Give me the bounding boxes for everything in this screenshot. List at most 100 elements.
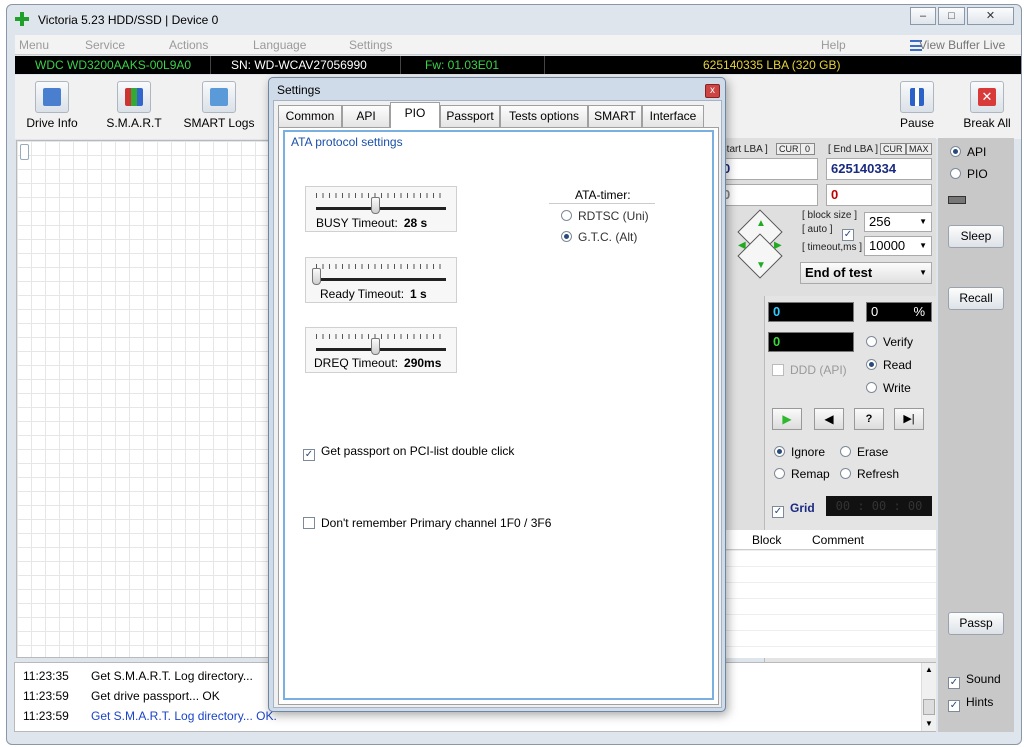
window-title: Victoria 5.23 HDD/SSD | Device 0: [38, 13, 219, 27]
col-block[interactable]: Block: [752, 533, 781, 547]
busy-timeout-slider[interactable]: BUSY Timeout: 28 s: [305, 186, 457, 232]
menu-help[interactable]: Help: [821, 38, 846, 52]
smart-button[interactable]: S.M.A.R.T: [99, 81, 169, 130]
refresh-option[interactable]: Refresh: [840, 467, 899, 481]
tab-smart[interactable]: SMART: [588, 105, 642, 127]
rewind-button[interactable]: ◀: [814, 408, 844, 430]
dialog-close-button[interactable]: x: [705, 84, 720, 98]
minimize-button[interactable]: –: [910, 7, 936, 25]
dreq-timeout-slider[interactable]: DREQ Timeout: 290ms: [305, 327, 457, 373]
ready-timeout-slider[interactable]: Ready Timeout: 1 s: [305, 257, 457, 303]
col-comment[interactable]: Comment: [812, 533, 864, 547]
block-size-select[interactable]: 256 ▼: [864, 212, 932, 232]
gtc-radio[interactable]: [561, 231, 572, 242]
api-radio[interactable]: [950, 146, 961, 157]
gtc-option[interactable]: G.T.C. (Alt): [561, 230, 637, 244]
read-option[interactable]: Read: [866, 358, 912, 372]
close-button[interactable]: ✕: [967, 7, 1014, 25]
menu-menu[interactable]: Menu: [19, 38, 49, 52]
tab-pio[interactable]: PIO: [390, 102, 440, 128]
skip-button[interactable]: ?: [854, 408, 884, 430]
block-size-value: 256: [869, 214, 891, 229]
zero-button[interactable]: 0: [800, 143, 816, 155]
scroll-thumb[interactable]: [923, 699, 935, 715]
scroll-down-icon[interactable]: ▼: [925, 719, 933, 728]
hints-checkbox[interactable]: ✓: [948, 700, 960, 712]
auto-label: [ auto ]: [802, 224, 833, 235]
tab-tests-options[interactable]: Tests options: [500, 105, 588, 127]
cur-start-button[interactable]: CUR: [776, 143, 802, 155]
timeout-select[interactable]: 10000 ▼: [864, 236, 932, 256]
remap-radio[interactable]: [774, 468, 785, 479]
slider-thumb[interactable]: [370, 338, 380, 355]
sleep-button[interactable]: Sleep: [948, 225, 1004, 248]
read-radio[interactable]: [866, 359, 877, 370]
verify-radio[interactable]: [866, 336, 877, 347]
direction-pad[interactable]: ▲ ◀ ▶ ▼: [730, 209, 790, 279]
menu-service[interactable]: Service: [85, 38, 125, 52]
scroll-up-icon[interactable]: ▲: [925, 665, 933, 674]
break-all-button[interactable]: ✕ Break All: [955, 81, 1019, 130]
ignore-radio[interactable]: [774, 446, 785, 457]
log-scrollbar[interactable]: ▲ ▼: [921, 663, 936, 731]
ddd-api-checkbox[interactable]: [772, 364, 784, 376]
sound-checkbox[interactable]: ✓: [948, 677, 960, 689]
rdtsc-option[interactable]: RDTSC (Uni): [561, 209, 649, 223]
primary-channel-option[interactable]: Don't remember Primary channel 1F0 / 3F6: [303, 516, 551, 530]
erase-radio[interactable]: [840, 446, 851, 457]
write-radio[interactable]: [866, 382, 877, 393]
pio-label: PIO: [967, 167, 988, 181]
auto-checkbox[interactable]: ✓: [842, 229, 854, 241]
api-option[interactable]: API: [950, 145, 986, 159]
drive-info-button[interactable]: Drive Info: [17, 81, 87, 130]
smart-logs-button[interactable]: SMART Logs: [179, 81, 259, 130]
start-lba-field[interactable]: 0: [718, 158, 818, 180]
ddd-api-label: DDD (API): [790, 363, 847, 377]
settings-dialog: Settings x Common API PIO Passport Tests…: [268, 77, 726, 712]
tab-common[interactable]: Common: [278, 105, 342, 127]
pause-button[interactable]: Pause: [887, 81, 947, 130]
erase-option[interactable]: Erase: [840, 445, 888, 459]
pio-option[interactable]: PIO: [950, 167, 988, 181]
write-option[interactable]: Write: [866, 381, 911, 395]
passport-pci-option[interactable]: ✓ Get passport on PCI-list double click: [303, 444, 514, 461]
slider-thumb[interactable]: [312, 268, 321, 285]
end-lba-field[interactable]: 625140334: [826, 158, 932, 180]
log-time: 11:23:59: [23, 709, 69, 723]
ignore-option[interactable]: Ignore: [774, 445, 825, 459]
grid-checkbox[interactable]: ✓: [772, 506, 784, 518]
menu-settings[interactable]: Settings: [349, 38, 392, 52]
end-of-test-select[interactable]: End of test ▼: [800, 262, 932, 284]
maximize-button[interactable]: □: [938, 7, 965, 25]
grid-option[interactable]: ✓ Grid: [772, 501, 815, 518]
tab-passport[interactable]: Passport: [440, 105, 500, 127]
rdtsc-radio[interactable]: [561, 210, 572, 221]
passport-pci-checkbox[interactable]: ✓: [303, 449, 315, 461]
folder-icon: [202, 81, 236, 113]
slider-thumb[interactable]: [370, 197, 380, 214]
gtc-label: G.T.C. (Alt): [578, 230, 638, 244]
ddd-api-option[interactable]: DDD (API): [772, 363, 847, 377]
verify-option[interactable]: Verify: [866, 335, 913, 349]
menu-actions[interactable]: Actions: [169, 38, 208, 52]
menu-language[interactable]: Language: [253, 38, 306, 52]
play-button[interactable]: ▶: [772, 408, 802, 430]
drive-info-label: Drive Info: [26, 116, 78, 130]
hints-option[interactable]: ✓ Hints: [948, 695, 993, 712]
cur-end-button[interactable]: CUR: [880, 143, 906, 155]
pio-radio[interactable]: [950, 168, 961, 179]
title-bar[interactable]: Victoria 5.23 HDD/SSD | Device 0 – □ ✕: [7, 5, 1021, 35]
remap-option[interactable]: Remap: [774, 467, 830, 481]
refresh-radio[interactable]: [840, 468, 851, 479]
drive-model: WDC WD3200AAKS-00L9A0: [15, 56, 211, 74]
end-button[interactable]: ▶|: [894, 408, 924, 430]
sound-option[interactable]: ✓ Sound: [948, 672, 1001, 689]
primary-channel-checkbox[interactable]: [303, 517, 315, 529]
max-button[interactable]: MAX: [906, 143, 932, 155]
recall-button[interactable]: Recall: [948, 287, 1004, 310]
passp-button[interactable]: Passp: [948, 612, 1004, 635]
tab-interface[interactable]: Interface: [642, 105, 704, 127]
view-buffer-live-button[interactable]: View Buffer Live: [919, 38, 1005, 52]
tab-api[interactable]: API: [342, 105, 390, 127]
ready-timeout-value: 1 s: [410, 287, 427, 301]
